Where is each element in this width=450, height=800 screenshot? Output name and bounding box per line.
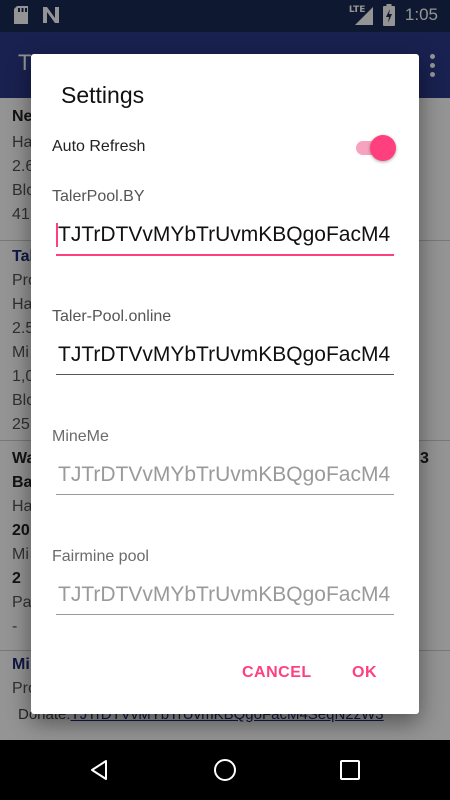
auto-refresh-label: Auto Refresh (52, 138, 146, 155)
mineme-address-input[interactable]: TJTrDTVvMYbTrUvmKBQgoFacM4 (56, 460, 394, 495)
cancel-button[interactable]: CANCEL (242, 664, 312, 682)
dialog-title: Settings (61, 82, 145, 108)
pool-label-mineme: MineMe (52, 428, 109, 445)
auto-refresh-switch[interactable] (354, 134, 396, 162)
input-value: TJTrDTVvMYbTrUvmKBQgoFacM4 (58, 463, 391, 486)
back-icon[interactable] (87, 758, 111, 782)
pool-label-fairmine-pool: Fairmine pool (52, 548, 149, 565)
pool-label-taler-pool-online: Taler-Pool.online (52, 308, 172, 325)
pool-label-talerpool-by: TalerPool.BY (52, 188, 145, 205)
home-icon[interactable] (213, 758, 237, 782)
fairmine-pool-address-input[interactable]: TJTrDTVvMYbTrUvmKBQgoFacM4 (56, 580, 394, 615)
taler-pool-online-address-input[interactable]: TJTrDTVvMYbTrUvmKBQgoFacM4 (56, 340, 394, 375)
talerpool-by-address-input[interactable]: TJTrDTVvMYbTrUvmKBQgoFacM4 (56, 220, 394, 256)
navigation-bar (0, 740, 450, 800)
input-value: TJTrDTVvMYbTrUvmKBQgoFacM4 (58, 583, 391, 606)
ok-button[interactable]: OK (352, 664, 377, 682)
settings-dialog: Settings Auto Refresh TalerPool.BY TJTrD… (31, 54, 419, 714)
input-value: TJTrDTVvMYbTrUvmKBQgoFacM4 (58, 223, 391, 246)
recents-icon[interactable] (338, 758, 362, 782)
input-value: TJTrDTVvMYbTrUvmKBQgoFacM4 (58, 343, 391, 366)
